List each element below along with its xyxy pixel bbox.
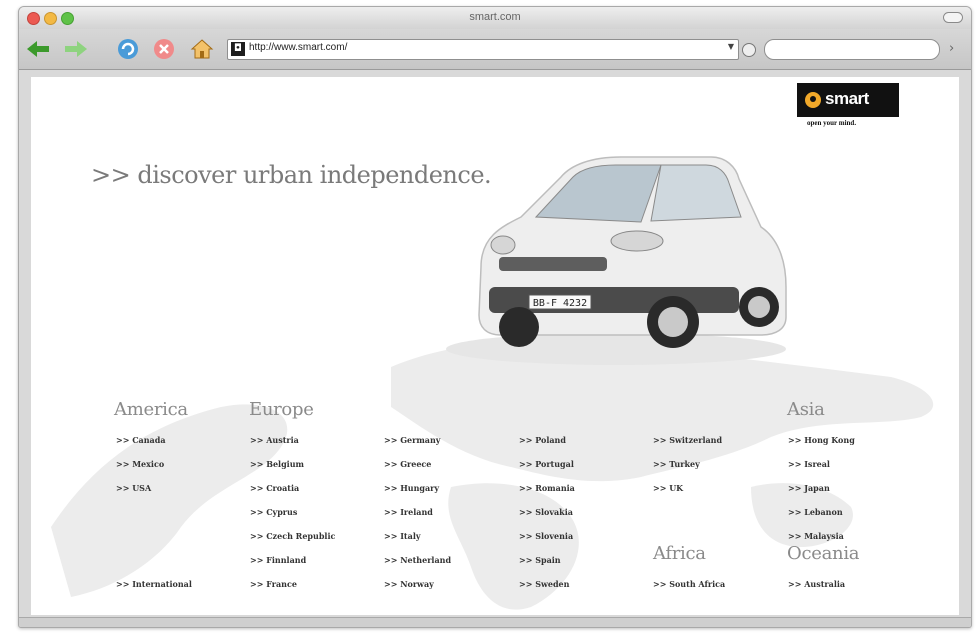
country-link-cyprus[interactable]: >> Cyprus: [250, 507, 297, 517]
smart-logo-icon: [805, 92, 821, 108]
country-link-portugal[interactable]: >> Portugal: [519, 459, 574, 469]
country-link-croatia[interactable]: >> Croatia: [250, 483, 299, 493]
country-link-malaysia[interactable]: >> Malaysia: [788, 531, 844, 541]
browser-window: smart.com ◘ http://www.smart.com/ ▼ › sm…: [18, 6, 972, 628]
search-field[interactable]: [764, 39, 940, 60]
international-link[interactable]: >> International: [116, 579, 192, 589]
stop-button[interactable]: [151, 36, 177, 62]
country-link-usa[interactable]: >> USA: [116, 483, 151, 493]
country-link-norway[interactable]: >> Norway: [384, 579, 434, 589]
address-url: http://www.smart.com/: [249, 42, 348, 53]
home-icon: [190, 39, 214, 59]
country-link-greece[interactable]: >> Greece: [384, 459, 431, 469]
car-image: BB-F 4232: [446, 156, 787, 365]
country-link-turkey[interactable]: >> Turkey: [653, 459, 700, 469]
country-link-israel[interactable]: >> Isreal: [788, 459, 830, 469]
stop-icon: [154, 39, 174, 59]
home-button[interactable]: [189, 36, 215, 62]
site-favicon-icon: ◘: [231, 42, 245, 56]
forward-arrow-icon: [65, 41, 87, 57]
page-content: smart open your mind. >> discover urban …: [31, 77, 959, 615]
country-link-austria[interactable]: >> Austria: [250, 435, 299, 445]
country-link-poland[interactable]: >> Poland: [519, 435, 566, 445]
country-link-mexico[interactable]: >> Mexico: [116, 459, 164, 469]
region-heading-africa: Africa: [653, 543, 706, 564]
reload-button[interactable]: [115, 36, 141, 62]
smart-logo[interactable]: smart: [797, 83, 899, 117]
country-link-finland[interactable]: >> Finnland: [250, 555, 306, 565]
country-link-lebanon[interactable]: >> Lebanon: [788, 507, 843, 517]
country-link-czech-republic[interactable]: >> Czech Republic: [250, 531, 335, 541]
region-heading-asia: Asia: [787, 399, 825, 420]
logo-tagline: open your mind.: [807, 119, 857, 127]
country-link-hong-kong[interactable]: >> Hong Kong: [788, 435, 855, 445]
country-link-ireland[interactable]: >> Ireland: [384, 507, 433, 517]
address-bar[interactable]: ◘ http://www.smart.com/ ▼: [227, 39, 739, 60]
window-title: smart.com: [469, 11, 521, 23]
country-link-spain[interactable]: >> Spain: [519, 555, 561, 565]
reload-icon: [118, 39, 138, 59]
country-link-south-africa[interactable]: >> South Africa: [653, 579, 725, 589]
hero-headline: >> discover urban independence.: [91, 161, 492, 189]
address-dropdown-icon[interactable]: ▼: [728, 42, 734, 51]
country-link-canada[interactable]: >> Canada: [116, 435, 166, 445]
title-bar: smart.com: [19, 7, 971, 29]
country-link-france[interactable]: >> France: [250, 579, 297, 589]
logo-wordmark: smart: [825, 89, 869, 108]
country-link-netherland[interactable]: >> Netherland: [384, 555, 451, 565]
country-link-australia[interactable]: >> Australia: [788, 579, 845, 589]
country-link-italy[interactable]: >> Italy: [384, 531, 421, 541]
forward-button[interactable]: [63, 36, 89, 62]
toolbar-toggle-button[interactable]: [943, 12, 963, 23]
country-link-japan[interactable]: >> Japan: [788, 483, 830, 493]
country-link-slovenia[interactable]: >> Slovenia: [519, 531, 573, 541]
country-link-sweden[interactable]: >> Sweden: [519, 579, 569, 589]
region-heading-oceania: Oceania: [787, 543, 860, 564]
country-link-uk[interactable]: >> UK: [653, 483, 683, 493]
country-link-slovakia[interactable]: >> Slovakia: [519, 507, 573, 517]
back-arrow-icon: [27, 41, 49, 57]
region-heading-america: America: [114, 399, 188, 420]
license-plate: BB-F 4232: [533, 298, 587, 309]
more-icon[interactable]: ›: [949, 41, 954, 56]
country-link-switzerland[interactable]: >> Switzerland: [653, 435, 722, 445]
country-link-belgium[interactable]: >> Belgium: [250, 459, 304, 469]
status-bar: [19, 617, 971, 627]
browser-toolbar: ◘ http://www.smart.com/ ▼ ›: [19, 29, 971, 70]
back-button[interactable]: [25, 36, 51, 62]
country-link-germany[interactable]: >> Germany: [384, 435, 440, 445]
country-link-hungary[interactable]: >> Hungary: [384, 483, 439, 493]
go-button[interactable]: [742, 43, 756, 57]
region-heading-europe: Europe: [249, 399, 314, 420]
country-link-romania[interactable]: >> Romania: [519, 483, 575, 493]
